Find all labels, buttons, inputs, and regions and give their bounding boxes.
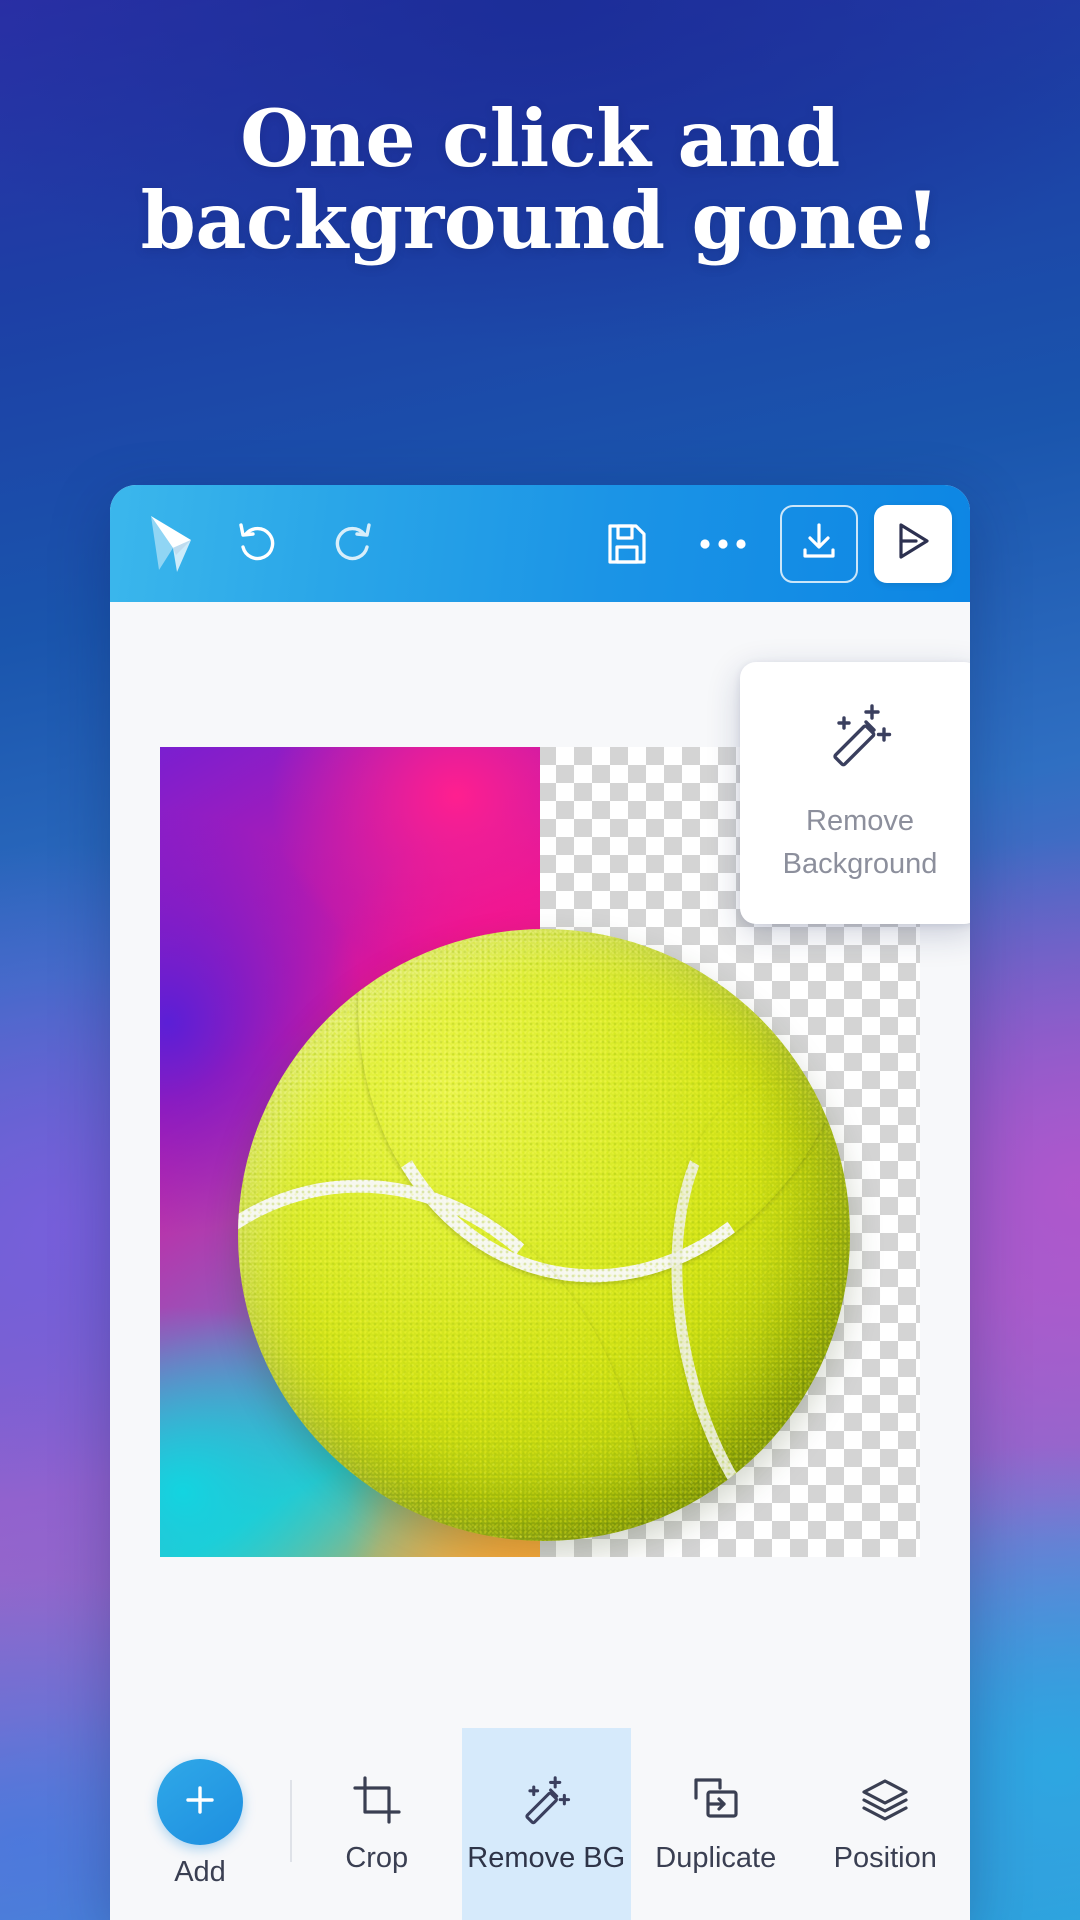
tennis-ball-image[interactable] xyxy=(238,929,850,1541)
app-bottom-toolbar: Add Crop Remove BG Duplicate Position xyxy=(110,1728,970,1920)
tool-duplicate-label: Duplicate xyxy=(655,1841,777,1874)
tool-remove-bg-label: Remove BG xyxy=(467,1841,626,1874)
ball-texture-overlay-2 xyxy=(238,929,850,1541)
redo-button[interactable] xyxy=(322,513,384,575)
editor-canvas[interactable]: Remove Background Add Crop Remove BG Dup… xyxy=(110,602,970,1920)
page-headline: One click and background gone! xyxy=(0,92,1080,268)
send-icon xyxy=(891,519,935,568)
send-button[interactable] xyxy=(874,504,952,583)
layers-icon xyxy=(859,1774,911,1826)
undo-icon xyxy=(232,519,282,569)
add-button[interactable]: Add xyxy=(110,1728,290,1920)
tooltip-line-2: Background xyxy=(782,847,938,880)
download-icon xyxy=(798,520,840,567)
undo-button[interactable] xyxy=(226,513,288,575)
magic-wand-icon xyxy=(826,701,894,774)
download-button[interactable] xyxy=(780,504,858,583)
save-button[interactable] xyxy=(596,513,658,575)
add-button-label: Add xyxy=(174,1856,226,1888)
tool-position[interactable]: Position xyxy=(801,1728,971,1920)
headline-line-2: background gone! xyxy=(140,174,940,268)
tool-duplicate[interactable]: Duplicate xyxy=(631,1728,801,1920)
tool-crop-label: Crop xyxy=(345,1841,409,1874)
tool-crop[interactable]: Crop xyxy=(292,1728,462,1920)
crop-icon xyxy=(351,1774,403,1826)
tool-list: Crop Remove BG Duplicate Position xyxy=(292,1728,970,1920)
tool-remove-bg[interactable]: Remove BG xyxy=(461,1728,631,1920)
more-options-icon xyxy=(698,536,748,552)
app-screenshot-mockup: Remove Background Add Crop Remove BG Dup… xyxy=(110,485,970,1920)
tooltip-line-1: Remove xyxy=(806,805,914,838)
app-logo-button[interactable] xyxy=(138,507,212,581)
plus-icon xyxy=(179,1779,221,1826)
duplicate-icon xyxy=(690,1774,742,1826)
app-top-toolbar xyxy=(110,485,970,602)
add-button-circle xyxy=(157,1759,243,1845)
remove-background-tooltip[interactable]: Remove Background xyxy=(740,662,970,924)
magic-wand-icon xyxy=(520,1774,572,1826)
more-options-button[interactable] xyxy=(692,513,754,575)
headline-line-1: One click and xyxy=(240,92,840,185)
tool-position-label: Position xyxy=(833,1841,937,1874)
app-logo-icon xyxy=(147,514,203,574)
save-floppy-icon xyxy=(603,520,651,568)
redo-icon xyxy=(328,519,378,569)
tennis-ball xyxy=(238,929,850,1541)
